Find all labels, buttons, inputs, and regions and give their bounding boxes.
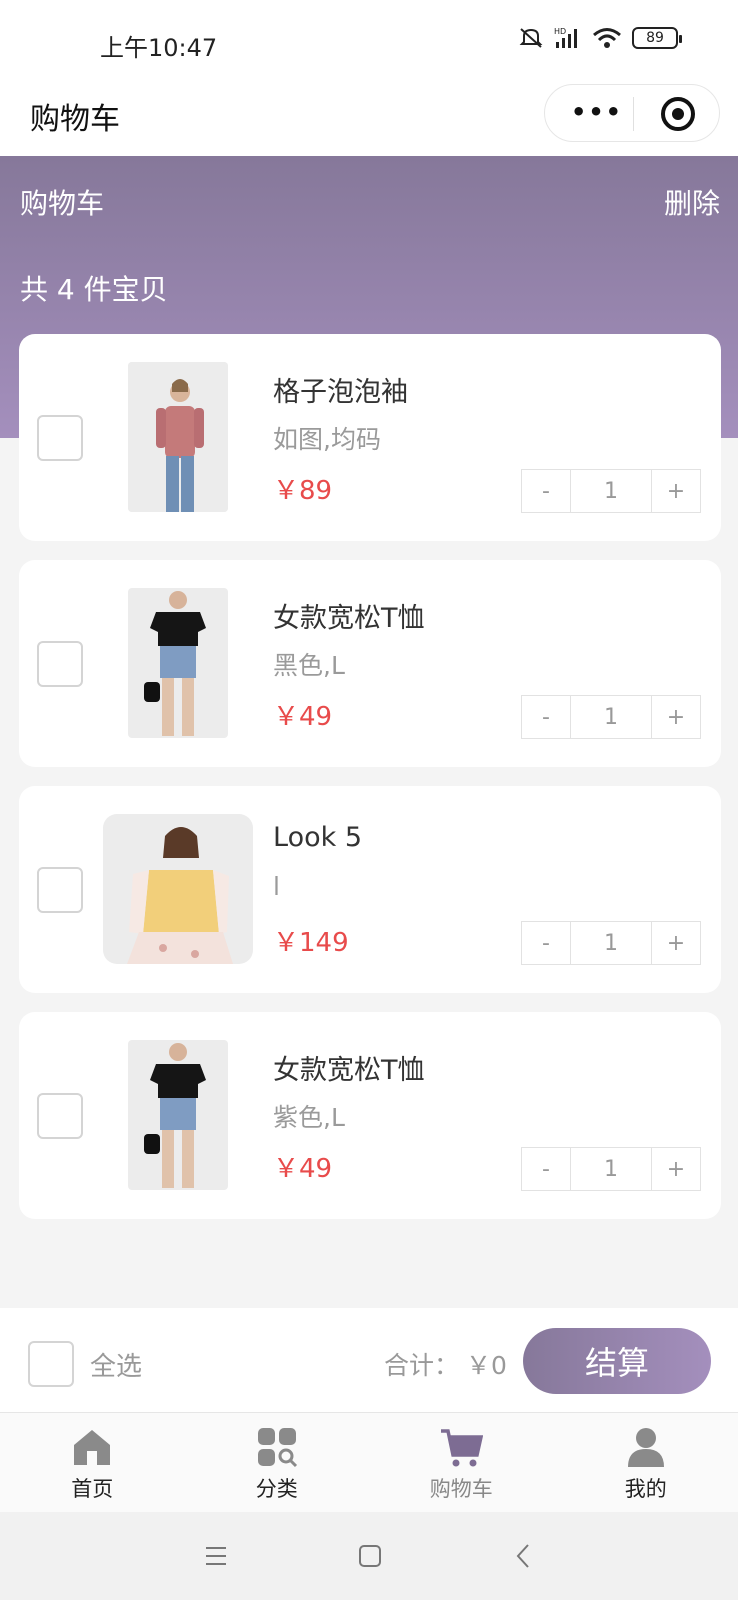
status-time: 上午10:47 bbox=[100, 34, 218, 62]
system-nav-bar bbox=[0, 1512, 738, 1600]
item-checkbox[interactable] bbox=[37, 641, 83, 687]
tab-bar: 首页 分类 购物车 我的 bbox=[0, 1412, 738, 1512]
tab-label: 我的 bbox=[624, 1477, 667, 1501]
product-image[interactable] bbox=[103, 814, 253, 964]
item-checkbox[interactable] bbox=[37, 1093, 83, 1139]
category-icon bbox=[257, 1428, 297, 1468]
quantity-stepper: - 1 + bbox=[521, 1147, 701, 1191]
mini-program-title-bar: 购物车 ••• bbox=[0, 80, 738, 156]
yellow-vest-photo bbox=[103, 814, 253, 964]
quantity-stepper: - 1 + bbox=[521, 921, 701, 965]
increase-button[interactable]: + bbox=[651, 695, 701, 739]
tab-home[interactable]: 首页 bbox=[0, 1413, 185, 1512]
decrease-button[interactable]: - bbox=[521, 695, 571, 739]
quantity-value[interactable]: 1 bbox=[571, 695, 651, 739]
battery-icon: 89 bbox=[632, 27, 682, 49]
product-spec: 黑色,L bbox=[273, 651, 345, 680]
decrease-button[interactable]: - bbox=[521, 921, 571, 965]
increase-button[interactable]: + bbox=[651, 921, 701, 965]
cart-header-title: 购物车 bbox=[20, 187, 105, 220]
delete-button[interactable]: 删除 bbox=[664, 182, 720, 222]
increase-button[interactable]: + bbox=[651, 1147, 701, 1191]
quantity-value[interactable]: 1 bbox=[571, 469, 651, 513]
page-title: 购物车 bbox=[30, 102, 120, 137]
black-tshirt-photo bbox=[128, 1040, 228, 1190]
item-checkbox[interactable] bbox=[37, 415, 83, 461]
black-tshirt-photo bbox=[128, 588, 228, 738]
tab-cart[interactable]: 购物车 bbox=[369, 1413, 554, 1512]
product-price: ￥149 bbox=[273, 928, 349, 958]
home-square-icon[interactable] bbox=[350, 1538, 390, 1574]
product-name[interactable]: 女款宽松T恤 bbox=[273, 1048, 425, 1087]
increase-button[interactable]: + bbox=[651, 469, 701, 513]
product-name[interactable]: Look 5 bbox=[273, 822, 362, 853]
quantity-value[interactable]: 1 bbox=[571, 1147, 651, 1191]
tab-label: 分类 bbox=[255, 1477, 298, 1501]
item-count: 共 4 件宝贝 bbox=[20, 273, 168, 306]
network-label: HD bbox=[554, 27, 566, 36]
cart-item: 格子泡泡袖 如图,均码 ￥89 - 1 + bbox=[19, 334, 721, 541]
plaid-puff-sleeve-photo bbox=[128, 362, 228, 512]
user-icon bbox=[627, 1428, 664, 1467]
decrease-button[interactable]: - bbox=[521, 1147, 571, 1191]
checkout-bar: 全选 合计： ￥0 结算 bbox=[0, 1308, 738, 1412]
cart-item: 女款宽松T恤 黑色,L ￥49 - 1 + bbox=[19, 560, 721, 767]
cart-icon bbox=[441, 1429, 484, 1467]
status-bar: 上午10:47 HD 89 bbox=[0, 0, 738, 80]
product-image[interactable] bbox=[128, 1040, 228, 1190]
back-icon[interactable] bbox=[504, 1538, 544, 1574]
target-icon[interactable] bbox=[661, 97, 695, 131]
quantity-stepper: - 1 + bbox=[521, 469, 701, 513]
item-checkbox[interactable] bbox=[37, 867, 83, 913]
home-icon bbox=[74, 1430, 111, 1465]
product-spec: l bbox=[273, 872, 280, 901]
mute-icon bbox=[519, 28, 543, 48]
capsule-divider bbox=[633, 97, 634, 131]
cart-item: 女款宽松T恤 紫色,L ￥49 - 1 + bbox=[19, 1012, 721, 1219]
product-spec: 紫色,L bbox=[273, 1103, 345, 1132]
tab-label: 首页 bbox=[71, 1477, 114, 1501]
capsule-menu: ••• bbox=[544, 84, 720, 142]
menu-icon[interactable] bbox=[196, 1538, 236, 1574]
quantity-value[interactable]: 1 bbox=[571, 921, 651, 965]
cart-item: Look 5 l ￥149 - 1 + bbox=[19, 786, 721, 993]
tab-label: 购物车 bbox=[429, 1477, 493, 1501]
quantity-stepper: - 1 + bbox=[521, 695, 701, 739]
product-price: ￥49 bbox=[273, 702, 333, 732]
product-image[interactable] bbox=[128, 362, 228, 512]
select-all-label[interactable]: 全选 bbox=[90, 1346, 142, 1383]
product-name[interactable]: 格子泡泡袖 bbox=[273, 370, 408, 409]
product-price: ￥89 bbox=[273, 476, 333, 506]
product-image[interactable] bbox=[128, 588, 228, 738]
decrease-button[interactable]: - bbox=[521, 469, 571, 513]
tab-profile[interactable]: 我的 bbox=[554, 1413, 738, 1512]
signal-icon: HD bbox=[554, 27, 577, 48]
wifi-icon bbox=[593, 28, 621, 48]
product-name[interactable]: 女款宽松T恤 bbox=[273, 596, 425, 635]
total-value: ￥0 bbox=[466, 1351, 507, 1380]
total-label: 合计： bbox=[384, 1351, 460, 1380]
checkout-button[interactable]: 结算 bbox=[523, 1328, 711, 1394]
status-icons: HD 89 bbox=[518, 26, 682, 50]
select-all-checkbox[interactable] bbox=[28, 1341, 74, 1387]
tab-category[interactable]: 分类 bbox=[185, 1413, 370, 1512]
more-dots-icon[interactable]: ••• bbox=[571, 100, 623, 124]
product-spec: 如图,均码 bbox=[273, 425, 381, 454]
product-price: ￥49 bbox=[273, 1154, 333, 1184]
